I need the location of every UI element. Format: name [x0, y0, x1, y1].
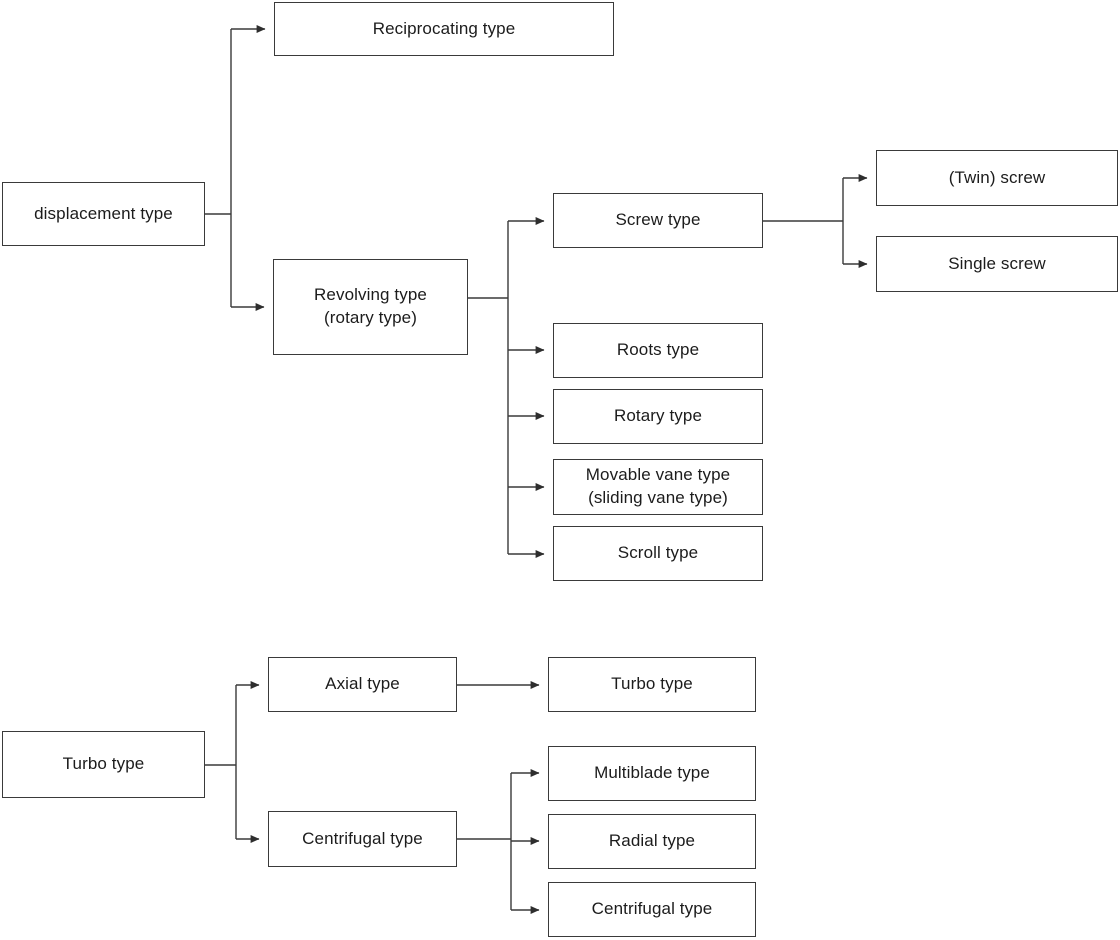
- node-reciprocating-type[interactable]: Reciprocating type: [274, 2, 614, 56]
- node-radial-type[interactable]: Radial type: [548, 814, 756, 869]
- node-turbo-type-leaf[interactable]: Turbo type: [548, 657, 756, 712]
- node-rotary-type[interactable]: Rotary type: [553, 389, 763, 444]
- node-label: Single screw: [948, 253, 1046, 273]
- node-label: Turbo type: [611, 674, 693, 694]
- node-label: Scroll type: [617, 543, 699, 563]
- node-label: Radial type: [608, 831, 696, 851]
- node-label: Reciprocating type: [372, 18, 516, 38]
- node-label: Axial type: [325, 674, 400, 694]
- node-revolving-type[interactable]: Revolving type (rotary type): [273, 259, 468, 355]
- node-label: Turbo type: [62, 754, 145, 774]
- node-displacement-type[interactable]: displacement type: [2, 182, 205, 246]
- node-label: Centrifugal type: [302, 828, 423, 848]
- node-scroll-type[interactable]: Scroll type: [553, 526, 763, 581]
- node-label: Screw type: [615, 210, 701, 230]
- node-roots-type[interactable]: Roots type: [553, 323, 763, 378]
- node-multiblade-type[interactable]: Multiblade type: [548, 746, 756, 801]
- node-single-screw[interactable]: Single screw: [876, 236, 1118, 292]
- node-label: Multiblade type: [594, 763, 710, 783]
- node-label: Rotary type: [613, 406, 703, 426]
- node-label: Roots type: [616, 340, 700, 360]
- node-axial-type[interactable]: Axial type: [268, 657, 457, 712]
- node-twin-screw[interactable]: (Twin) screw: [876, 150, 1118, 206]
- node-movable-vane-type[interactable]: Movable vane type (sliding vane type): [553, 459, 763, 515]
- node-label: Movable vane type (sliding vane type): [585, 465, 731, 507]
- diagram-canvas: displacement type Reciprocating type Rev…: [0, 0, 1120, 940]
- node-turbo-type-root[interactable]: Turbo type: [2, 731, 205, 798]
- node-label: Revolving type (rotary type): [314, 285, 427, 327]
- node-label: displacement type: [34, 203, 173, 223]
- node-centrifugal-type[interactable]: Centrifugal type: [268, 811, 457, 867]
- node-label: Centrifugal type: [591, 899, 713, 919]
- node-screw-type[interactable]: Screw type: [553, 193, 763, 248]
- node-centrifugal-type-leaf[interactable]: Centrifugal type: [548, 882, 756, 937]
- node-label: (Twin) screw: [948, 167, 1046, 187]
